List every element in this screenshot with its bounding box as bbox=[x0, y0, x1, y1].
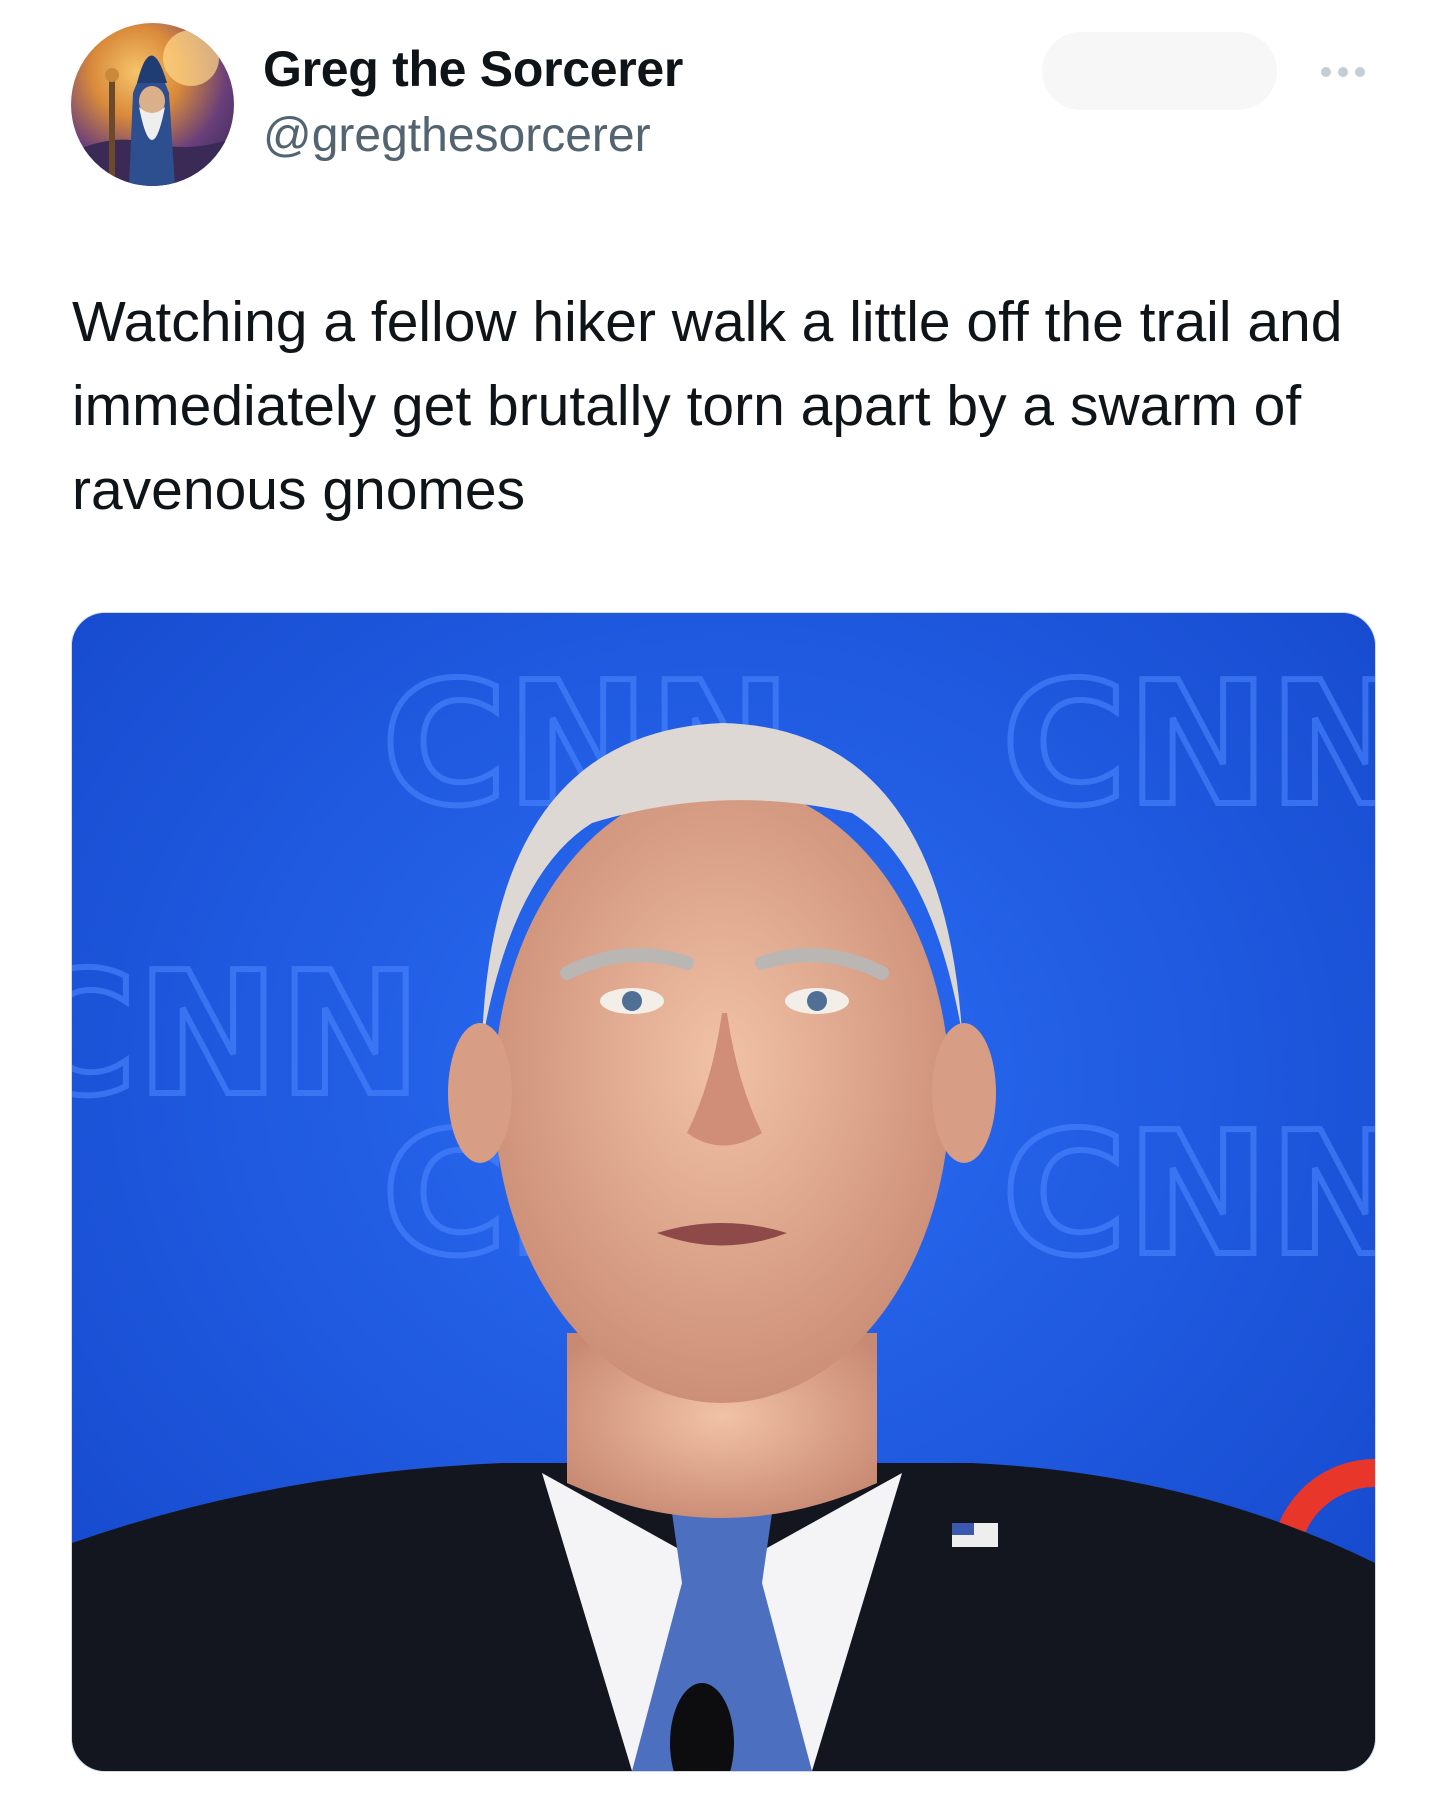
media-photo-illustration: CNN CNN CNN CNN CNN bbox=[72, 613, 1375, 1771]
author-avatar[interactable] bbox=[71, 23, 234, 186]
follow-button[interactable] bbox=[1042, 32, 1277, 110]
backdrop-logo-text: CNN bbox=[72, 936, 421, 1134]
tweet-media-photo[interactable]: CNN CNN CNN CNN CNN bbox=[71, 612, 1376, 1772]
tweet-text: Watching a fellow hiker walk a little of… bbox=[72, 290, 1343, 522]
author-display-name[interactable]: Greg the Sorcerer bbox=[263, 40, 683, 98]
more-horizontal-icon[interactable] bbox=[1318, 58, 1368, 86]
backdrop-logo-text: CNN bbox=[1002, 1096, 1375, 1294]
author-handle[interactable]: @gregthesorcerer bbox=[263, 108, 651, 163]
backdrop-logo-text: CNN bbox=[1002, 646, 1375, 844]
wizard-avatar-icon bbox=[71, 30, 234, 186]
tweet: Greg the Sorcerer @gregthesorcerer Watch… bbox=[0, 0, 1440, 1800]
